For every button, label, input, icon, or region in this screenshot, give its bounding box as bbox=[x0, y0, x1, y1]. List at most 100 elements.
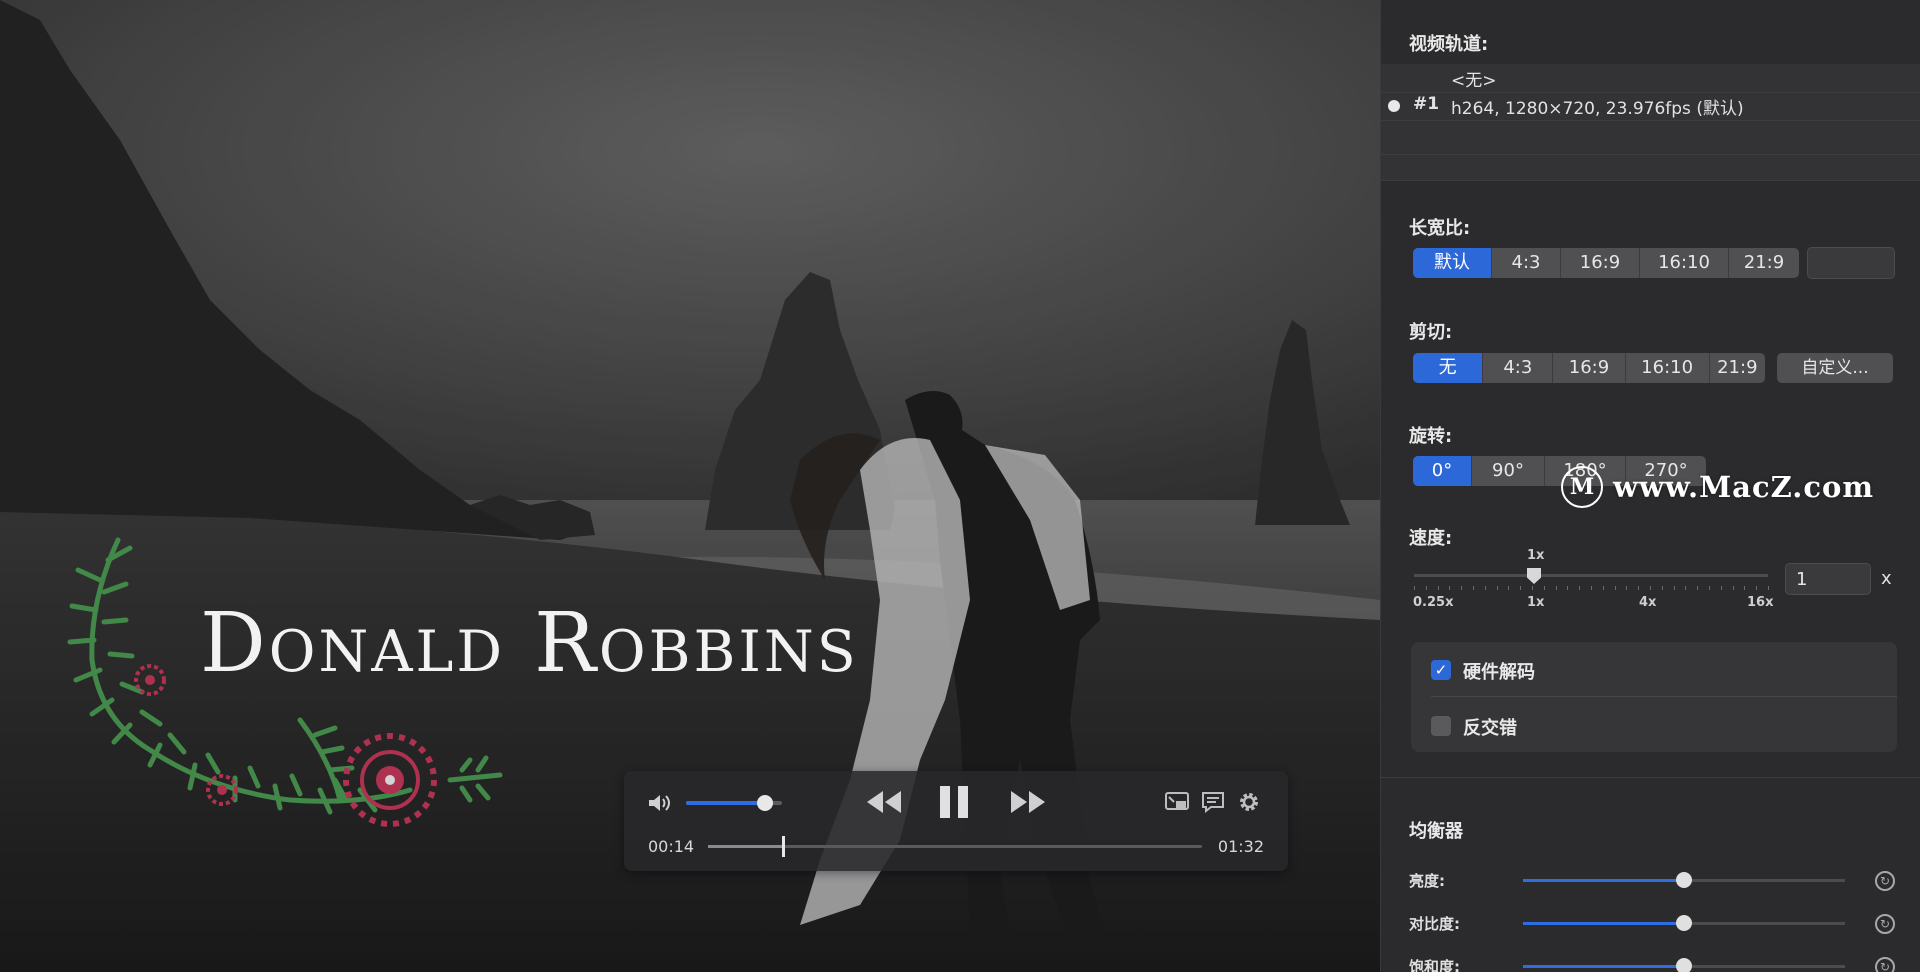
brightness-label: 亮度: bbox=[1409, 872, 1445, 890]
seek-bar-fill bbox=[708, 845, 784, 848]
aspect-option-16-10[interactable]: 16:10 bbox=[1640, 248, 1729, 278]
divider bbox=[1381, 777, 1920, 778]
app-window: Donald Robbins 00:14 01:32 M www.MacZ.co… bbox=[0, 0, 1920, 972]
hardware-decode-row[interactable]: ✓ 硬件解码 bbox=[1411, 642, 1897, 696]
speed-tick bbox=[1484, 586, 1486, 590]
volume-slider-fill bbox=[686, 801, 765, 805]
speed-tick bbox=[1532, 586, 1533, 590]
speed-label-4x: 4x bbox=[1639, 595, 1657, 610]
pause-icon[interactable] bbox=[936, 783, 972, 821]
contrast-slider[interactable] bbox=[1523, 915, 1845, 931]
aspect-option-21-9[interactable]: 21:9 bbox=[1729, 248, 1799, 278]
pip-icon[interactable] bbox=[1164, 791, 1190, 813]
contrast-reset-icon[interactable]: ↻ bbox=[1875, 914, 1895, 934]
speed-unit: x bbox=[1881, 568, 1892, 589]
speed-tick bbox=[1496, 586, 1498, 590]
hardware-decode-checkbox[interactable]: ✓ bbox=[1431, 660, 1451, 680]
speed-tick bbox=[1626, 586, 1628, 590]
track-number: #1 bbox=[1413, 94, 1440, 114]
seek-bar[interactable] bbox=[708, 836, 1202, 857]
subtitle-icon[interactable] bbox=[1200, 791, 1226, 813]
brightness-reset-icon[interactable]: ↻ bbox=[1875, 871, 1895, 891]
track-label: h264, 1280×720, 23.976fps (默认) bbox=[1451, 99, 1744, 119]
divider bbox=[1381, 180, 1920, 181]
speed-label-0-25x: 0.25x bbox=[1413, 595, 1454, 610]
video-track-title: 视频轨道: bbox=[1409, 34, 1489, 55]
speed-slider[interactable] bbox=[1414, 574, 1768, 577]
speed-tick bbox=[1473, 586, 1474, 590]
speed-tick bbox=[1414, 586, 1415, 590]
speed-tick bbox=[1638, 586, 1640, 590]
speed-tick bbox=[1461, 586, 1463, 590]
crop-option-16-9[interactable]: 16:9 bbox=[1553, 353, 1626, 383]
seek-bar-playhead[interactable] bbox=[782, 836, 786, 857]
time-elapsed: 00:14 bbox=[648, 837, 695, 856]
speed-label-16x: 16x bbox=[1747, 595, 1774, 610]
crop-title: 剪切: bbox=[1409, 322, 1453, 343]
decode-options-group: ✓ 硬件解码 反交错 bbox=[1411, 642, 1897, 752]
video-viewport[interactable]: Donald Robbins 00:14 01:32 bbox=[0, 0, 1380, 972]
macz-logo: M bbox=[1561, 466, 1603, 508]
speed-tick bbox=[1732, 586, 1734, 590]
speed-tick bbox=[1508, 586, 1510, 590]
aspect-custom-input[interactable] bbox=[1807, 247, 1895, 279]
rotate-title: 旋转: bbox=[1409, 426, 1453, 447]
equalizer-title: 均衡器 bbox=[1409, 821, 1463, 842]
deinterlace-checkbox[interactable] bbox=[1431, 716, 1451, 736]
aspect-option-4-3[interactable]: 4:3 bbox=[1492, 248, 1561, 278]
hardware-decode-label: 硬件解码 bbox=[1463, 662, 1535, 683]
crop-option-21-9[interactable]: 21:9 bbox=[1710, 353, 1765, 383]
contrast-slider-knob[interactable] bbox=[1676, 915, 1692, 931]
speed-tick bbox=[1591, 586, 1592, 590]
speed-slider-knob[interactable] bbox=[1527, 568, 1541, 584]
player-control-bar: 00:14 01:32 bbox=[624, 771, 1288, 871]
saturation-reset-icon[interactable]: ↻ bbox=[1875, 957, 1895, 972]
speed-title: 速度: bbox=[1409, 528, 1453, 549]
speed-tick bbox=[1520, 586, 1522, 590]
track-row-1[interactable]: #1 h264, 1280×720, 23.976fps (默认) bbox=[1381, 92, 1920, 121]
deinterlace-row[interactable]: 反交错 bbox=[1411, 698, 1897, 752]
crop-custom-button[interactable]: 自定义... bbox=[1777, 353, 1893, 383]
deinterlace-label: 反交错 bbox=[1463, 718, 1517, 739]
speed-value-input[interactable] bbox=[1785, 563, 1871, 595]
brightness-slider-knob[interactable] bbox=[1676, 872, 1692, 888]
speed-tick bbox=[1720, 586, 1722, 590]
speed-tick bbox=[1555, 586, 1557, 590]
speed-tick bbox=[1614, 586, 1616, 590]
brightness-slider[interactable] bbox=[1523, 872, 1845, 888]
saturation-slider-knob[interactable] bbox=[1676, 958, 1692, 972]
track-row-none[interactable]: <无> bbox=[1381, 64, 1920, 93]
track-row-empty bbox=[1381, 120, 1920, 155]
aspect-option-default[interactable]: 默认 bbox=[1413, 248, 1492, 278]
divider bbox=[1431, 696, 1897, 697]
rotate-option-90[interactable]: 90° bbox=[1472, 456, 1545, 486]
saturation-slider-fill bbox=[1523, 965, 1684, 968]
crop-option-4-3[interactable]: 4:3 bbox=[1483, 353, 1554, 383]
rewind-icon[interactable] bbox=[864, 787, 904, 817]
rotate-option-0[interactable]: 0° bbox=[1413, 456, 1472, 486]
speed-tick bbox=[1661, 586, 1663, 590]
gear-icon[interactable] bbox=[1236, 790, 1262, 814]
crop-option-16-10[interactable]: 16:10 bbox=[1626, 353, 1710, 383]
speed-current-label: 1x bbox=[1527, 548, 1545, 563]
speaker-icon[interactable] bbox=[646, 791, 674, 815]
macz-watermark: M www.MacZ.com bbox=[1561, 466, 1874, 508]
volume-slider[interactable] bbox=[686, 795, 782, 811]
speed-tick bbox=[1744, 586, 1746, 590]
aspect-option-16-9[interactable]: 16:9 bbox=[1561, 248, 1640, 278]
speed-tick bbox=[1425, 586, 1427, 590]
crop-segmented-control: 无 4:3 16:9 16:10 21:9 bbox=[1413, 353, 1765, 383]
speed-tick bbox=[1449, 586, 1451, 590]
speed-tick bbox=[1579, 586, 1581, 590]
fast-forward-icon[interactable] bbox=[1008, 787, 1048, 817]
crop-option-none[interactable]: 无 bbox=[1413, 353, 1484, 383]
aspect-ratio-segmented-control: 默认 4:3 16:9 16:10 21:9 bbox=[1413, 248, 1799, 278]
video-title-overlay: Donald Robbins bbox=[200, 596, 859, 691]
speed-tick bbox=[1709, 586, 1710, 590]
saturation-slider[interactable] bbox=[1523, 958, 1845, 972]
speed-tick bbox=[1685, 586, 1687, 590]
speed-label-1x: 1x bbox=[1527, 595, 1545, 610]
brightness-slider-fill bbox=[1523, 879, 1684, 882]
volume-slider-knob[interactable] bbox=[756, 795, 773, 811]
speed-tick bbox=[1437, 586, 1439, 590]
